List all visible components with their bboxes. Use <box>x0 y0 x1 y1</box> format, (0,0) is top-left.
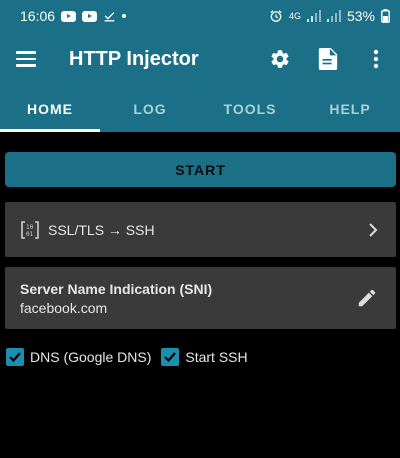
menu-icon[interactable] <box>16 46 42 72</box>
sni-text: Server Name Indication (SNI) facebook.co… <box>20 281 356 316</box>
youtube-icon <box>61 10 77 22</box>
alarm-icon <box>269 9 283 23</box>
youtube-icon <box>82 10 98 22</box>
file-icon[interactable] <box>316 47 340 71</box>
status-time: 16:06 <box>20 8 56 24</box>
toolbar-actions <box>268 47 388 71</box>
tab-help[interactable]: HELP <box>300 86 400 132</box>
download-done-icon <box>103 10 116 23</box>
sni-value: facebook.com <box>20 299 108 316</box>
app-toolbar: HTTP Injector <box>0 32 400 86</box>
network-4g-icon: 4G <box>288 10 301 21</box>
signal-icon <box>326 10 341 22</box>
tunnel-mode-label: SSL/TLS → SSH <box>48 221 155 238</box>
start-button[interactable]: START <box>5 152 396 187</box>
svg-text:01: 01 <box>26 231 34 238</box>
battery-icon <box>381 9 390 23</box>
start-ssh-checkbox-item[interactable]: Start SSH <box>161 348 251 366</box>
signal-icon <box>306 10 321 22</box>
chevron-right-icon <box>366 222 380 237</box>
binary-bracket-icon: 10 01 <box>20 220 40 240</box>
dns-checkbox[interactable] <box>6 348 24 366</box>
tab-home[interactable]: HOME <box>0 86 100 132</box>
start-ssh-checkbox-label: Start SSH <box>185 349 248 365</box>
status-left: 16:06 <box>20 8 127 24</box>
tab-log[interactable]: LOG <box>100 86 200 132</box>
status-bar: 16:06 4G 53% <box>0 0 400 32</box>
app-root: 16:06 4G 53% HTTP Injector HOME LOG TOOL… <box>0 0 400 458</box>
more-vert-icon[interactable] <box>364 47 388 71</box>
options-row: DNS (Google DNS) Start SSH <box>6 348 400 366</box>
dns-checkbox-item[interactable]: DNS (Google DNS) <box>6 348 155 366</box>
dns-checkbox-label: DNS (Google DNS) <box>30 349 152 365</box>
app-title: HTTP Injector <box>69 47 199 70</box>
edit-pencil-icon[interactable] <box>356 287 378 309</box>
start-ssh-checkbox[interactable] <box>161 348 180 366</box>
main-tabs: HOME LOG TOOLS HELP <box>0 86 400 132</box>
battery-percent: 53% <box>346 8 375 24</box>
content-spacer <box>0 132 400 152</box>
sni-card: Server Name Indication (SNI) facebook.co… <box>5 267 396 329</box>
tab-tools[interactable]: TOOLS <box>200 86 300 132</box>
tunnel-mode-selector[interactable]: 10 01 SSL/TLS → SSH <box>5 202 396 257</box>
settings-gear-icon[interactable] <box>268 47 292 71</box>
sni-title: Server Name Indication (SNI) <box>20 280 213 297</box>
status-right: 4G 53% <box>269 8 390 24</box>
svg-text:10: 10 <box>26 224 34 231</box>
dot-icon <box>122 14 127 18</box>
